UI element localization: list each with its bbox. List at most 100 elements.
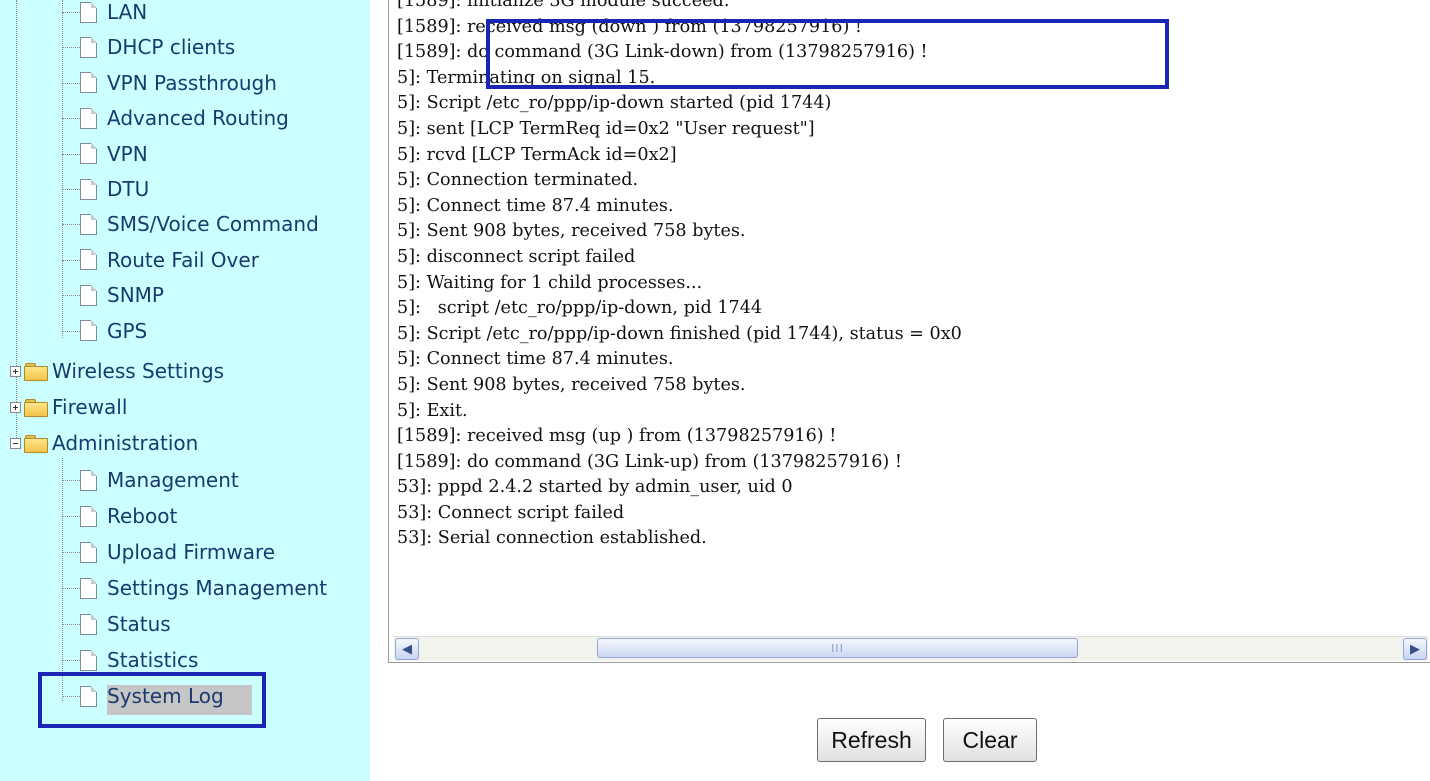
sidebar-item-label: Status xyxy=(107,612,171,636)
tree-connector xyxy=(62,458,63,701)
log-line: 5]: Sent 908 bytes, received 758 bytes. xyxy=(397,374,746,395)
sidebar-item[interactable]: Status xyxy=(62,607,171,641)
sidebar-item[interactable]: Reboot xyxy=(62,499,178,533)
folder-body xyxy=(24,401,48,417)
sidebar-item-label: Settings Management xyxy=(107,576,328,600)
tree-connector xyxy=(62,624,80,625)
tree-connector xyxy=(62,153,80,155)
annotation-box-system-log xyxy=(38,672,266,728)
document-icon xyxy=(80,178,97,200)
log-line: 5]: Connection terminated. xyxy=(397,170,639,191)
document-icon xyxy=(80,577,97,599)
sidebar-folder-label: Wireless Settings xyxy=(52,359,225,383)
document-icon xyxy=(80,72,97,94)
document-icon xyxy=(80,213,97,235)
sidebar-folder-label: Administration xyxy=(52,431,199,455)
horizontal-scrollbar[interactable]: ◀ III ▶ xyxy=(394,636,1428,661)
tree-connector xyxy=(62,47,80,49)
sidebar-item-label: LAN xyxy=(107,0,148,24)
scrollbar-thumb[interactable]: III xyxy=(597,638,1078,658)
tree-connector xyxy=(62,12,80,13)
scrollbar-grip: III xyxy=(831,641,844,655)
folder-icon xyxy=(24,398,48,417)
tree-connector xyxy=(62,189,80,190)
log-line: 5]: script /etc_ro/ppp/ip-down, pid 1744 xyxy=(397,298,763,319)
log-line: 5]: Connect time 87.4 minutes. xyxy=(397,195,674,216)
sidebar-item[interactable]: Route Fail Over xyxy=(62,243,259,277)
tree-connector xyxy=(62,118,80,120)
document-icon xyxy=(80,36,97,58)
document-icon xyxy=(80,613,97,635)
sidebar-item[interactable]: Management xyxy=(62,463,239,497)
minus-glyph xyxy=(13,442,18,444)
folder-icon xyxy=(24,362,48,381)
tree-connector xyxy=(62,224,80,226)
sidebar-item-label: Advanced Routing xyxy=(107,106,289,131)
document-icon xyxy=(80,143,97,165)
tree-connector xyxy=(62,552,80,553)
log-line: 53]: pppd 2.4.2 started by admin_user, u… xyxy=(397,477,793,498)
scroll-right-button[interactable]: ▶ xyxy=(1403,638,1427,660)
sidebar-item[interactable]: VPN Passthrough xyxy=(62,66,277,100)
log-line: 5]: Script /etc_ro/ppp/ip-down started (… xyxy=(397,93,832,114)
folder-body xyxy=(24,437,48,453)
sidebar-item[interactable]: SNMP xyxy=(62,278,164,312)
tree-connector xyxy=(62,660,80,661)
expand-icon[interactable] xyxy=(10,401,21,413)
sidebar-item-label: Statistics xyxy=(107,648,199,672)
document-icon xyxy=(80,505,97,527)
sidebar-item-label: Upload Firmware xyxy=(107,540,276,564)
tree-connector xyxy=(62,480,80,481)
refresh-button[interactable]: Refresh xyxy=(817,718,926,762)
log-line: 53]: Serial connection established. xyxy=(397,528,707,549)
sidebar-item[interactable]: GPS xyxy=(62,314,148,348)
document-icon xyxy=(80,649,97,671)
sidebar-item-label: Reboot xyxy=(107,504,178,528)
sidebar-item[interactable]: LAN xyxy=(62,0,148,29)
sidebar-folder-label: Firewall xyxy=(52,395,128,419)
sidebar-item[interactable]: Upload Firmware xyxy=(62,535,276,569)
log-line: 5]: Exit. xyxy=(397,400,468,421)
sidebar-item[interactable]: VPN xyxy=(62,137,148,171)
sidebar-item[interactable]: Advanced Routing xyxy=(62,101,289,135)
log-line: 53]: Connect script failed xyxy=(397,502,625,523)
sidebar-item-label: VPN Passthrough xyxy=(107,70,277,95)
log-line: 5]: rcvd [LCP TermAck id=0x2] xyxy=(397,144,677,165)
log-line: 5]: Connect time 87.4 minutes. xyxy=(397,349,674,370)
document-icon xyxy=(80,284,97,306)
sidebar-item-label: GPS xyxy=(107,318,148,343)
log-line: 5]: sent [LCP TermReq id=0x2 "User reque… xyxy=(397,118,815,139)
sidebar-item-label: VPN xyxy=(107,141,148,166)
log-line: 5]: Waiting for 1 child processes... xyxy=(397,272,703,293)
log-line: [1589]: initialize 3G module succeed. xyxy=(397,0,730,11)
log-line: [1589]: received msg (up ) from (1379825… xyxy=(397,426,837,447)
tree-connector xyxy=(62,82,80,84)
system-log-textarea[interactable]: [1589]: initialize 3G module succeed. [15… xyxy=(388,0,1430,663)
sidebar-folder[interactable]: Firewall xyxy=(10,390,127,424)
sidebar-item-label: Route Fail Over xyxy=(107,247,259,272)
collapse-icon[interactable] xyxy=(10,437,21,449)
sidebar-item[interactable]: Settings Management xyxy=(62,571,328,605)
sidebar-item[interactable]: DHCP clients xyxy=(62,30,235,64)
log-line: 5]: Sent 908 bytes, received 758 bytes. xyxy=(397,221,746,242)
folder-body xyxy=(24,365,48,381)
sidebar-item-label: SNMP xyxy=(107,283,164,308)
sidebar-item[interactable]: SMS/Voice Command xyxy=(62,207,319,241)
tree-connector xyxy=(62,588,80,589)
tree-connector xyxy=(62,295,80,297)
log-line: 5]: Script /etc_ro/ppp/ip-down finished … xyxy=(397,323,962,344)
sidebar-folder[interactable]: Administration xyxy=(10,426,198,460)
arrow-right-icon: ▶ xyxy=(1410,641,1420,657)
tree-connector xyxy=(62,0,63,338)
plus-glyph xyxy=(15,404,16,410)
folder-open-icon xyxy=(24,434,48,453)
expand-icon[interactable] xyxy=(10,365,21,377)
log-line: [1589]: do command (3G Link-up) from (13… xyxy=(397,451,902,472)
annotation-box-log-lines xyxy=(486,19,1169,89)
plus-glyph xyxy=(15,368,16,374)
clear-button[interactable]: Clear xyxy=(943,718,1037,762)
sidebar-item[interactable]: DTU xyxy=(62,172,149,206)
sidebar-folder[interactable]: Wireless Settings xyxy=(10,354,224,388)
document-icon xyxy=(80,320,97,342)
scroll-left-button[interactable]: ◀ xyxy=(395,638,419,660)
